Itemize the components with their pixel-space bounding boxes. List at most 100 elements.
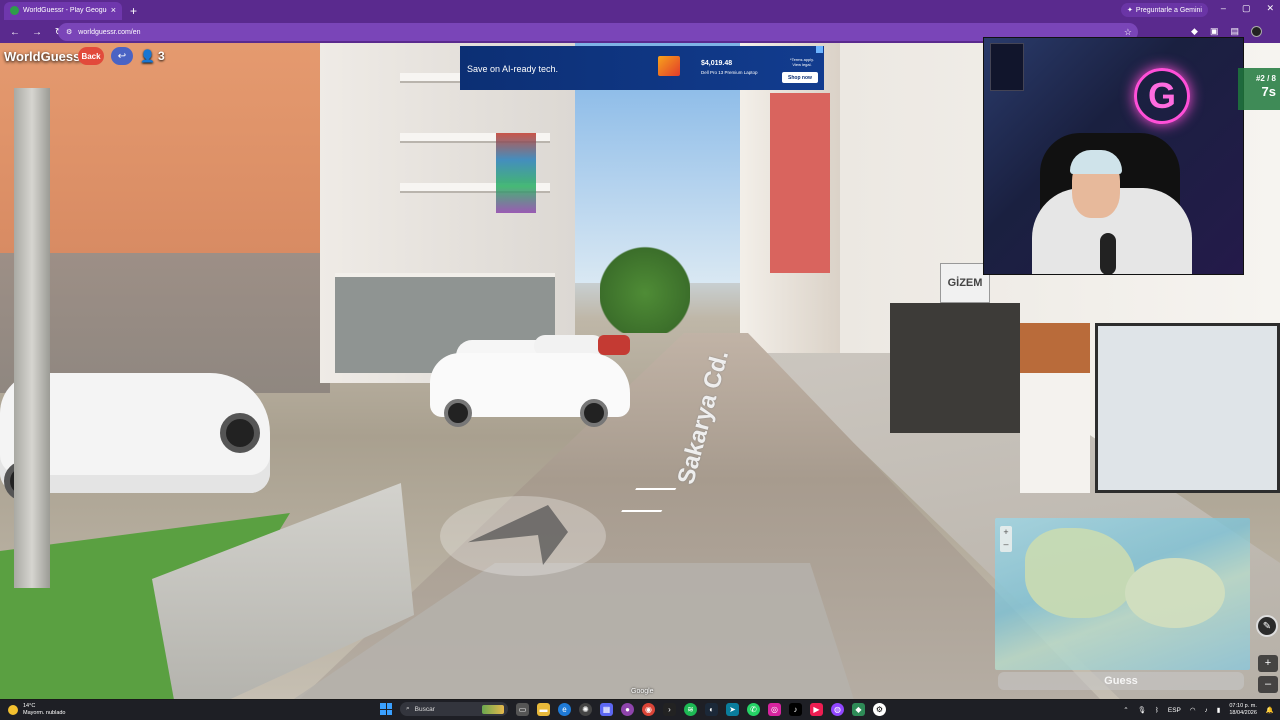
colorful-facade: [496, 133, 536, 213]
video-editor-icon[interactable]: ▶: [810, 702, 823, 716]
sidepanel-icon[interactable]: ▤: [1230, 26, 1239, 37]
adchoices-icon[interactable]: [816, 46, 823, 53]
globe-icon: [10, 6, 19, 15]
search-highlight-image: [482, 704, 504, 714]
weather-condition: Mayorm. nublado: [23, 710, 66, 716]
guess-button[interactable]: Guess: [998, 672, 1244, 690]
player-count-value: 3: [157, 49, 165, 63]
chevron-icon[interactable]: [617, 510, 663, 518]
screen: WorldGuessr - Play Geoguessr × + ✦ Pregu…: [0, 0, 1280, 720]
weather-widget[interactable]: 14°C Mayorm. nublado: [8, 703, 66, 717]
teams-icon[interactable]: ▦: [600, 702, 613, 716]
windows-start-icon[interactable]: [380, 703, 392, 715]
twitch-icon[interactable]: ◍: [831, 702, 844, 716]
chrome-icon[interactable]: ◉: [642, 702, 655, 716]
wheel: [444, 399, 472, 427]
wheel: [220, 413, 260, 453]
microphone: [1100, 233, 1116, 274]
wheel: [580, 399, 608, 427]
address-bar[interactable]: ⚙ worldguessr.com/en ☆: [58, 23, 1138, 41]
profile-avatar[interactable]: [1251, 26, 1262, 37]
map-landmass: [1125, 558, 1225, 628]
storefront: [890, 303, 1020, 433]
instagram-icon[interactable]: ◎: [768, 702, 781, 716]
brand-logo: WorldGuessr: [4, 49, 86, 64]
gemini-label: Preguntarle a Gemini: [1135, 6, 1202, 14]
site-info-icon[interactable]: ⚙: [66, 28, 72, 36]
puzzle-icon[interactable]: ▣: [1210, 26, 1219, 37]
game-launcher-icon[interactable]: ◆: [852, 702, 865, 716]
guess-minimap[interactable]: + –: [995, 518, 1250, 670]
building-right: [740, 43, 850, 363]
zoom-in-button[interactable]: +: [1258, 655, 1278, 672]
google-attribution: Google: [631, 688, 654, 695]
monitor: [990, 43, 1024, 91]
maximize-button[interactable]: ▢: [1242, 3, 1251, 14]
share-icon[interactable]: ↩: [111, 47, 133, 65]
task-view-icon[interactable]: ▭: [516, 702, 529, 716]
round-timer: 7s: [1261, 84, 1276, 99]
browser-extensions: ◆ ▣ ▤: [1191, 26, 1262, 37]
chevron-icon[interactable]: [631, 488, 677, 496]
pink-facade: [770, 93, 830, 273]
url-text: worldguessr.com/en: [78, 28, 141, 36]
telegram-icon[interactable]: ➤: [726, 702, 739, 716]
steam-icon[interactable]: ◐: [705, 702, 718, 716]
browser-tab-bar: WorldGuessr - Play Geoguessr × + ✦ Pregu…: [0, 0, 1280, 21]
star-icon[interactable]: ☆: [1124, 27, 1132, 38]
apartment-building: [320, 43, 575, 383]
settings-gear-icon[interactable]: ⚙: [873, 702, 886, 716]
system-clock[interactable]: 07:10 p. m. 18/04/2026: [1229, 703, 1257, 717]
zoom-out-button[interactable]: –: [1258, 676, 1278, 693]
tab-title: WorldGuessr - Play Geoguessr: [23, 7, 107, 14]
map-toggle-icon[interactable]: ✎: [1256, 615, 1278, 637]
weather-icon: [8, 705, 18, 715]
search-icon: ⌕: [406, 705, 410, 712]
volume-icon[interactable]: ♪: [1205, 707, 1208, 714]
window-controls: – ▢ ✕: [1221, 3, 1274, 14]
back-button[interactable]: Back: [78, 47, 104, 65]
sparkle-icon: ✦: [1126, 7, 1133, 14]
chatgpt-icon[interactable]: ✺: [579, 702, 592, 716]
clock-date: 18/04/2026: [1229, 710, 1257, 716]
ad-headline: Save on AI-ready tech.: [467, 64, 559, 74]
taskbar-search[interactable]: ⌕ Buscar: [400, 702, 508, 716]
advertisement-banner[interactable]: Save on AI-ready tech. $4,019.48 Dell Pr…: [460, 46, 824, 90]
bluetooth-icon[interactable]: ᛒ: [1155, 707, 1159, 714]
utility-pole: [14, 88, 50, 588]
new-tab-button[interactable]: +: [130, 5, 137, 17]
battery-icon[interactable]: ▮: [1217, 706, 1221, 714]
language-indicator[interactable]: ESP: [1168, 707, 1181, 714]
taskbar-apps: ⌕ Buscar ▭ ▬ e ✺ ▦ ● ◉ › ≋ ◐ ➤ ✆ ◎ ♪ ▶ ◍…: [380, 702, 886, 716]
close-window-button[interactable]: ✕: [1266, 3, 1274, 14]
minimap-zoom-controls[interactable]: + –: [1000, 526, 1012, 552]
temperature: 14°C: [23, 703, 36, 709]
chevron-up-icon[interactable]: ⌃: [1123, 706, 1128, 714]
wifi-icon[interactable]: ◠: [1190, 706, 1196, 714]
arrow-left-icon[interactable]: ←: [8, 27, 22, 38]
webcam-overlay: G: [983, 37, 1244, 275]
round-info: #2 / 8 7s: [1238, 68, 1280, 110]
arrow-right-icon[interactable]: →: [30, 27, 44, 38]
spotify-icon[interactable]: ≋: [684, 702, 697, 716]
tiktok-icon[interactable]: ♪: [789, 702, 802, 716]
microphone-icon[interactable]: 🎙: [1138, 706, 1146, 714]
notification-bell-icon[interactable]: 🔔: [1266, 706, 1274, 714]
ad-terms: *Terms apply. View legal.: [790, 57, 814, 67]
shop-now-button[interactable]: Shop now: [782, 72, 818, 83]
whatsapp-icon[interactable]: ✆: [747, 702, 760, 716]
map-landmass: [1025, 528, 1135, 618]
gemini-button[interactable]: ✦ Preguntarle a Gemini: [1120, 3, 1208, 17]
tab-close-icon[interactable]: ×: [111, 6, 116, 15]
ad-product: Dell Pro 13 Premium Laptop: [701, 70, 758, 75]
edge-icon[interactable]: e: [558, 702, 571, 716]
trees: [600, 233, 690, 333]
minimize-button[interactable]: –: [1221, 3, 1226, 14]
file-explorer-icon[interactable]: ▬: [537, 702, 550, 716]
terminal-icon[interactable]: ›: [663, 702, 676, 716]
extension-icon[interactable]: ◆: [1191, 26, 1198, 37]
obs-icon[interactable]: ●: [621, 702, 634, 716]
browser-tab[interactable]: WorldGuessr - Play Geoguessr ×: [4, 1, 122, 20]
parked-car: [598, 335, 630, 355]
white-sedan: [430, 353, 630, 427]
